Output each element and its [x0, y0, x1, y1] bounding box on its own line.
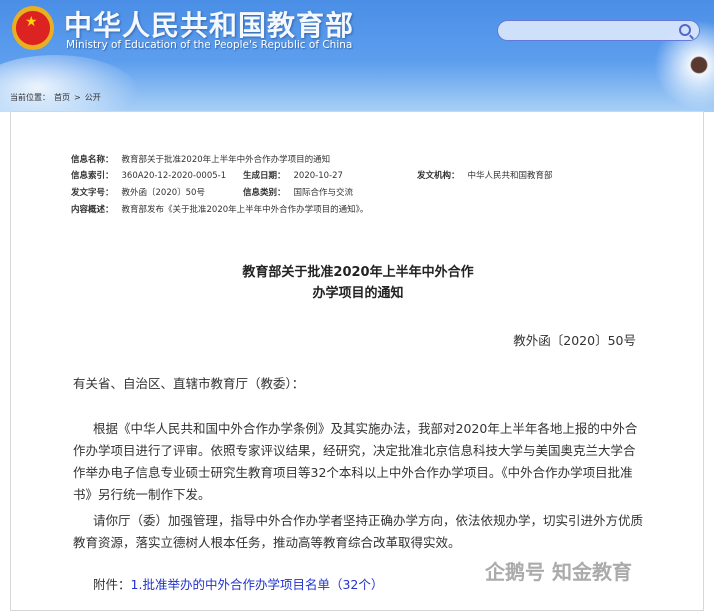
site-header: ★ 中华人民共和国教育部 Ministry of Education of th… [0, 0, 714, 112]
meta-value: 中华人民共和国教育部 [467, 171, 553, 181]
meta-name: 信息名称： 教育部关于批准2020年上半年中外合作办学项目的通知 [71, 153, 330, 165]
meta-label: 信息类别： [243, 188, 286, 198]
meta-org: 发文机构： 中华人民共和国教育部 [417, 169, 553, 181]
attachment-label: 附件： [93, 577, 131, 592]
national-emblem-icon: ★ [12, 6, 54, 50]
meta-label: 发文机构： [417, 171, 460, 181]
meta-value: 教育部关于批准2020年上半年中外合作办学项目的通知 [121, 155, 331, 165]
meta-summary: 内容概述： 教育部发布《关于批准2020年上半年中外合作办学项目的通知》。 [71, 203, 368, 215]
meta-label: 信息名称： [71, 155, 114, 165]
meta-category: 信息类别： 国际合作与交流 [243, 186, 353, 198]
document-title-line2: 办学项目的通知 [312, 286, 404, 301]
meta-value: 教外函〔2020〕50号 [121, 188, 205, 198]
meta-index: 信息索引： 360A20-12-2020-0005-1 [71, 169, 226, 181]
breadcrumb-label: 当前位置： [10, 93, 50, 102]
search-icon[interactable] [679, 24, 691, 36]
breadcrumb-public[interactable]: 公开 [85, 93, 101, 102]
meta-label: 发文字号： [71, 188, 114, 198]
site-title-en: Ministry of Education of the People's Re… [66, 39, 353, 51]
meta-doc-number: 发文字号： 教外函〔2020〕50号 [71, 186, 205, 198]
meta-value: 360A20-12-2020-0005-1 [121, 171, 227, 181]
meta-value: 国际合作与交流 [293, 188, 354, 198]
document-title-line1: 教育部关于批准2020年上半年中外合作 [242, 265, 474, 280]
meta-label: 内容概述： [71, 205, 114, 215]
breadcrumb-home[interactable]: 首页 [54, 93, 70, 102]
meta-value: 2020-10-27 [293, 171, 343, 181]
meta-value: 教育部发布《关于批准2020年上半年中外合作办学项目的通知》。 [121, 205, 369, 215]
meta-label: 生成日期： [243, 171, 286, 181]
cloud-decoration [0, 55, 140, 112]
document-number: 教外函〔2020〕50号 [513, 333, 636, 348]
watermark: 企鹅号 知金教育 [485, 560, 632, 584]
breadcrumb-sep: > [74, 93, 81, 102]
search-input[interactable] [497, 20, 700, 41]
greeting: 有关省、自治区、直辖市教育厅（教委）： [73, 376, 305, 391]
paragraph-1: 根据《中华人民共和国中外合作办学条例》及其实施办法，我部对2020年上半年各地上… [73, 421, 638, 502]
meta-date: 生成日期： 2020-10-27 [243, 169, 343, 181]
document-panel: 信息名称： 教育部关于批准2020年上半年中外合作办学项目的通知 信息索引： 360… [10, 111, 704, 611]
breadcrumb: 当前位置： 首页 > 公开 [10, 92, 105, 103]
meta-label: 信息索引： [71, 171, 114, 181]
attachment-link[interactable]: 1.批准举办的中外合作办学项目名单（32个） [131, 577, 384, 592]
attachment: 附件：1.批准举办的中外合作办学项目名单（32个） [93, 574, 383, 596]
paragraph-2: 请你厅（委）加强管理，指导中外合作办学者坚持正确办学方向，依法依规办学，切实引进… [73, 513, 644, 550]
site-title-cn: 中华人民共和国教育部 [64, 9, 355, 42]
